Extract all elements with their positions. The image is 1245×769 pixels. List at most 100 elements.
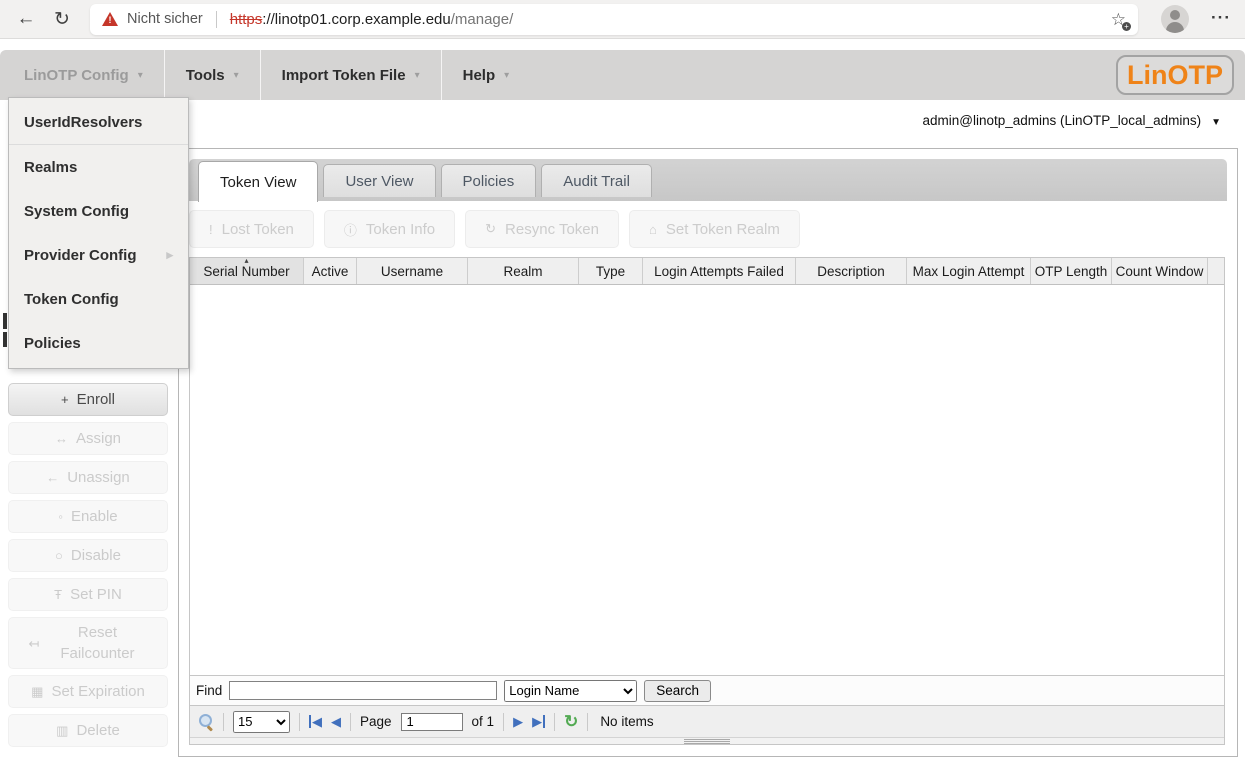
profile-avatar[interactable] <box>1161 5 1189 33</box>
linotp-logo: LinOTP <box>1116 55 1234 95</box>
alert-icon: ! <box>209 222 213 237</box>
delete-button[interactable]: ▥ Delete <box>8 714 168 747</box>
url-text[interactable]: https://linotp01.corp.example.edu/manage… <box>230 11 514 28</box>
page-number-input[interactable] <box>401 713 463 731</box>
avatar-torso <box>1166 22 1184 33</box>
home-icon: ⌂ <box>649 222 657 237</box>
assign-button[interactable]: ↔ Assign <box>8 422 168 455</box>
column-header-active[interactable]: Active <box>304 258 357 284</box>
tab-bar: Token View User View Policies Audit Trai… <box>189 159 1227 201</box>
chevron-down-icon: ▾ <box>504 70 509 81</box>
column-header-description[interactable]: Description <box>796 258 907 284</box>
token-grid: ▴ Serial Number Active Username Realm Ty… <box>189 257 1225 745</box>
menu-item-token-config[interactable]: Token Config <box>9 277 188 321</box>
column-header-max-login-attempt[interactable]: Max Login Attempt <box>907 258 1031 284</box>
menu-import-token-file[interactable]: Import Token File ▾ <box>261 50 441 100</box>
grid-footer <box>190 737 1224 744</box>
pager-separator <box>223 713 224 731</box>
menu-linotp-config[interactable]: LinOTP Config ▾ <box>0 50 164 100</box>
resync-token-button[interactable]: ↻ Resync Token <box>465 210 619 248</box>
last-page-icon[interactable]: ▶ <box>532 715 545 728</box>
not-secure-warning-icon: ! <box>102 12 118 26</box>
resize-grip[interactable] <box>684 739 730 744</box>
column-header-serial-number[interactable]: ▴ Serial Number <box>190 258 304 284</box>
set-token-realm-button[interactable]: ⌂ Set Token Realm <box>629 210 800 248</box>
reload-icon[interactable]: ↻ <box>44 8 80 31</box>
not-secure-label[interactable]: Nicht sicher <box>127 11 203 27</box>
tab-user-view[interactable]: User View <box>323 164 435 197</box>
find-input[interactable] <box>229 681 497 700</box>
pager-separator <box>554 713 555 731</box>
token-toolbar: ! Lost Token ⓘ Token Info ↻ Resync Token… <box>189 210 1227 248</box>
tab-audit-trail[interactable]: Audit Trail <box>541 164 652 197</box>
first-page-icon[interactable]: ◀ <box>309 715 322 728</box>
url-path: /manage/ <box>451 11 514 28</box>
circle-small-icon: ◦ <box>58 509 63 524</box>
column-header-type[interactable]: Type <box>579 258 643 284</box>
plus-icon: + <box>61 392 69 407</box>
set-expiration-button[interactable]: ▦ Set Expiration <box>8 675 168 708</box>
set-pin-button[interactable]: Ŧ Set PIN <box>8 578 168 611</box>
column-header-count-window[interactable]: Count Window <box>1112 258 1208 284</box>
address-bar[interactable]: ! Nicht sicher https://linotp01.corp.exa… <box>90 4 1138 35</box>
token-grid-header: ▴ Serial Number Active Username Realm Ty… <box>190 258 1224 285</box>
pager-separator <box>299 713 300 731</box>
menu-item-system-config[interactable]: System Config <box>9 189 188 233</box>
pager-separator <box>350 713 351 731</box>
arrow-return-icon: ↤ <box>29 633 40 654</box>
grid-status-text: No items <box>600 714 653 729</box>
column-header-realm[interactable]: Realm <box>468 258 579 284</box>
lost-token-button[interactable]: ! Lost Token <box>189 210 314 248</box>
menu-item-useridresolvers[interactable]: UserIdResolvers <box>9 101 188 145</box>
info-icon: ⓘ <box>344 220 357 239</box>
chevron-down-icon: ▾ <box>415 70 420 81</box>
url-scheme: https <box>230 11 263 28</box>
column-header-username[interactable]: Username <box>357 258 468 284</box>
avatar-head <box>1170 10 1180 20</box>
column-header-filler <box>1208 258 1224 284</box>
page-size-select[interactable]: 15 <box>233 711 290 733</box>
menu-tools[interactable]: Tools ▾ <box>165 50 260 100</box>
token-grid-body <box>190 285 1224 675</box>
page-label: Page <box>360 714 392 729</box>
chevron-down-icon: ▾ <box>138 70 143 81</box>
add-favorite-icon[interactable]: ☆ + <box>1111 11 1126 28</box>
pager-separator <box>503 713 504 731</box>
browser-toolbar: ← ↻ ! Nicht sicher https://linotp01.corp… <box>0 0 1245 39</box>
chevron-down-icon: ▾ <box>234 70 239 81</box>
search-button[interactable]: Search <box>644 680 711 702</box>
token-info-button[interactable]: ⓘ Token Info <box>324 210 455 248</box>
disable-button[interactable]: ○ Disable <box>8 539 168 572</box>
column-header-otp-length[interactable]: OTP Length <box>1031 258 1112 284</box>
column-header-login-attempts-failed[interactable]: Login Attempts Failed <box>643 258 796 284</box>
arrow-left-icon: ← <box>46 470 59 485</box>
menu-item-provider-config[interactable]: Provider Config ▸ <box>9 233 188 277</box>
search-bar: Find Login Name Search <box>190 675 1224 705</box>
find-label: Find <box>196 683 222 698</box>
favorite-plus-badge: + <box>1122 22 1131 31</box>
enable-button[interactable]: ◦ Enable <box>8 500 168 533</box>
reset-failcounter-button[interactable]: ↤ Reset Failcounter <box>8 617 168 669</box>
menu-help[interactable]: Help ▾ <box>442 50 531 100</box>
account-menu[interactable]: admin@linotp_admins (LinOTP_local_admins… <box>923 113 1222 128</box>
search-icon[interactable] <box>199 714 214 729</box>
circle-icon: ○ <box>55 548 63 563</box>
menu-item-realms[interactable]: Realms <box>9 145 188 189</box>
linotp-config-dropdown: UserIdResolvers Realms System Config Pro… <box>8 97 189 369</box>
arrows-horizontal-icon: ↔ <box>55 431 68 446</box>
unassign-button[interactable]: ← Unassign <box>8 461 168 494</box>
enroll-button[interactable]: + Enroll <box>8 383 168 416</box>
prev-page-icon[interactable]: ◀ <box>331 715 341 728</box>
next-page-icon[interactable]: ▶ <box>513 715 523 728</box>
tab-policies[interactable]: Policies <box>441 164 537 197</box>
back-icon[interactable]: ← <box>8 8 44 30</box>
reload-grid-icon[interactable]: ↻ <box>564 713 578 730</box>
address-divider <box>216 11 217 28</box>
browser-menu-icon[interactable]: ··· <box>1211 8 1231 28</box>
app-menubar: LinOTP Config ▾ Tools ▾ Import Token Fil… <box>0 50 1245 100</box>
search-filter-select[interactable]: Login Name <box>504 680 637 702</box>
menu-item-policies[interactable]: Policies <box>9 321 188 365</box>
pin-icon: Ŧ <box>54 587 62 602</box>
submenu-arrow-icon: ▸ <box>166 247 173 263</box>
tab-token-view[interactable]: Token View <box>198 161 318 202</box>
